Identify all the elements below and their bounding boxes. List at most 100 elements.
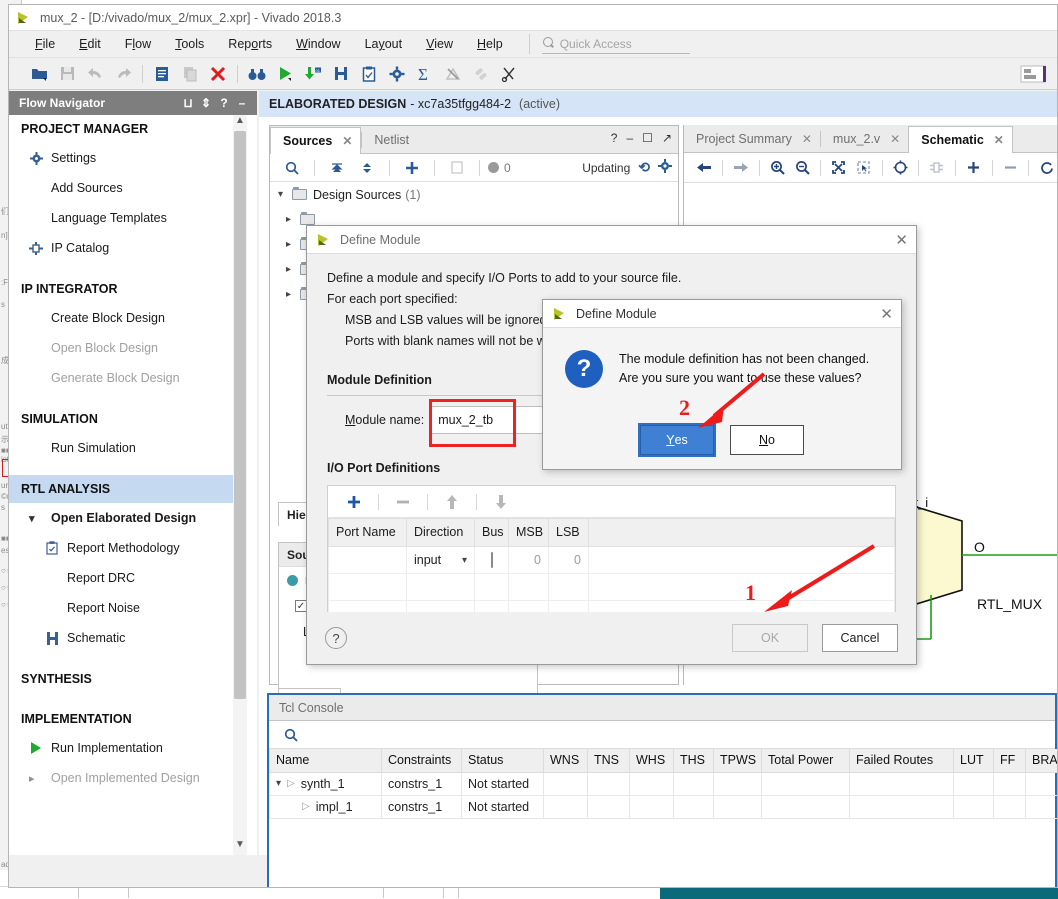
scroll-down-arrow-icon[interactable]: ▼ — [233, 839, 247, 855]
schematic-icon[interactable] — [327, 61, 355, 87]
chevron-down-icon[interactable]: ▾ — [462, 550, 467, 571]
quick-access-box[interactable]: Quick Access — [542, 35, 690, 54]
sidebar-item-run-implementation[interactable]: Run Implementation — [9, 733, 241, 763]
report-icon[interactable] — [148, 61, 176, 87]
menu-window[interactable]: Window — [284, 34, 352, 54]
col-ths[interactable]: THS — [674, 749, 714, 772]
expand-all-icon[interactable] — [353, 155, 381, 181]
collapse-all-icon[interactable]: ⊔ — [179, 96, 197, 110]
table-row[interactable]: ▾ ▷ synth_1 constrs_1 Not started — [270, 772, 1058, 795]
scroll-thumb[interactable] — [234, 131, 246, 699]
sidebar-item-ip-catalog[interactable]: IP Catalog — [9, 233, 241, 263]
help-icon[interactable]: ? — [215, 96, 233, 110]
sidebar-item-schematic[interactable]: Schematic — [9, 623, 241, 653]
sidebar-item-language-templates[interactable]: Language Templates — [9, 203, 241, 233]
gear-icon[interactable] — [658, 159, 672, 176]
menu-tools[interactable]: Tools — [163, 34, 216, 54]
sidebar-group-simulation[interactable]: ▾ SIMULATION — [9, 405, 241, 433]
download-bitstream-icon[interactable]: 01 — [299, 61, 327, 87]
close-icon[interactable]: ✕ — [895, 231, 908, 249]
cut-icon[interactable] — [495, 61, 523, 87]
plus-icon[interactable] — [962, 155, 986, 181]
cell-direction[interactable] — [407, 574, 475, 601]
run-triangle-icon[interactable]: ▷ — [287, 778, 295, 789]
locate-icon[interactable] — [888, 155, 912, 181]
close-icon[interactable]: ✕ — [880, 305, 893, 323]
menu-help[interactable]: Help — [465, 34, 515, 54]
sidebar-item-report-methodology[interactable]: Report Methodology — [9, 533, 241, 563]
flow-navigator-scrollbar[interactable]: ▲ ▼ — [233, 115, 247, 855]
close-icon[interactable]: ✕ — [342, 134, 352, 148]
zoom-fit-icon[interactable] — [827, 155, 851, 181]
menu-file[interactable]: File — [23, 34, 67, 54]
gear-icon[interactable] — [383, 61, 411, 87]
cell-msb[interactable]: 0 — [509, 547, 549, 574]
cell-name[interactable]: ▾ ▷ synth_1 — [270, 772, 382, 795]
search-icon[interactable] — [278, 155, 306, 181]
sidebar-item-report-noise[interactable]: Report Noise — [9, 593, 241, 623]
open-folder-icon[interactable] — [25, 61, 53, 87]
sidebar-item-open-elaborated-design[interactable]: ▾ Open Elaborated Design — [9, 503, 241, 533]
maximize-icon[interactable]: ☐ — [642, 131, 653, 145]
layout-selector-icon[interactable] — [1019, 61, 1047, 87]
sidebar-group-synthesis[interactable]: ▸ SYNTHESIS — [9, 665, 241, 693]
menu-edit[interactable]: Edit — [67, 34, 113, 54]
close-icon[interactable]: ✕ — [890, 132, 900, 146]
close-icon[interactable]: ✕ — [802, 132, 812, 146]
tab-netlist[interactable]: Netlist — [362, 126, 417, 153]
back-arrow-icon[interactable] — [692, 155, 716, 181]
cell-direction[interactable]: input ▾ — [407, 547, 475, 574]
cell-msb[interactable] — [509, 574, 549, 601]
collapse-all-icon[interactable] — [323, 155, 351, 181]
table-row[interactable]: ▷ impl_1 constrs_1 Not started — [270, 795, 1058, 818]
col-tns[interactable]: TNS — [588, 749, 630, 772]
col-wns[interactable]: WNS — [544, 749, 588, 772]
col-bram[interactable]: BRAM — [1026, 749, 1058, 772]
expand-collapse-icon[interactable]: ⇕ — [197, 96, 215, 110]
col-constraints[interactable]: Constraints — [382, 749, 462, 772]
chevron-down-icon[interactable]: ▾ — [278, 189, 292, 200]
menu-reports[interactable]: Reports — [216, 34, 284, 54]
cell-bus[interactable] — [475, 574, 509, 601]
cell-lsb[interactable]: 0 — [549, 547, 589, 574]
cell-name[interactable]: ▷ impl_1 — [270, 795, 382, 818]
sidebar-item-add-sources[interactable]: Add Sources — [9, 173, 241, 203]
chevron-right-icon[interactable]: ▸ — [286, 289, 300, 300]
help-icon[interactable]: ? — [611, 131, 618, 145]
refresh-icon[interactable]: ⟲ — [638, 159, 650, 176]
chevron-right-icon[interactable]: ▸ — [286, 214, 300, 225]
col-ff[interactable]: FF — [994, 749, 1026, 772]
add-sources-icon[interactable] — [398, 155, 426, 181]
tab-project-summary[interactable]: Project Summary ✕ — [684, 125, 820, 152]
minimize-icon[interactable]: – — [233, 96, 251, 110]
save-icon[interactable] — [53, 61, 81, 87]
sidebar-group-rtl-analysis[interactable]: ▾ RTL ANALYSIS — [9, 475, 241, 503]
col-name[interactable]: Name — [270, 749, 382, 772]
cell-port-name[interactable] — [329, 547, 407, 574]
minimize-icon[interactable]: – — [626, 131, 633, 145]
sidebar-item-create-block-design[interactable]: Create Block Design — [9, 303, 241, 333]
col-whs[interactable]: WHS — [630, 749, 674, 772]
col-failed-routes[interactable]: Failed Routes — [850, 749, 954, 772]
binoculars-icon[interactable] — [243, 61, 271, 87]
run-play-icon[interactable] — [271, 61, 299, 87]
float-icon[interactable]: ↗ — [662, 131, 672, 145]
plus-icon[interactable] — [340, 489, 368, 515]
clipboard-check-icon[interactable] — [355, 61, 383, 87]
chevron-down-icon[interactable]: ▾ — [276, 778, 281, 789]
cell-port-name[interactable] — [329, 574, 407, 601]
run-triangle-icon[interactable]: ▷ — [302, 801, 310, 812]
col-tpws[interactable]: TPWS — [714, 749, 762, 772]
col-status[interactable]: Status — [462, 749, 544, 772]
cell-lsb[interactable] — [549, 574, 589, 601]
search-icon[interactable] — [277, 722, 305, 748]
tab-tcl-console[interactable]: Tcl Console — [269, 695, 354, 720]
refresh-icon[interactable] — [1035, 155, 1058, 181]
zoom-out-icon[interactable] — [790, 155, 814, 181]
chevron-right-icon[interactable]: ▸ — [286, 239, 300, 250]
sidebar-group-implementation[interactable]: ▾ IMPLEMENTATION — [9, 705, 241, 733]
cell-bus[interactable] — [475, 547, 509, 574]
tab-sources[interactable]: Sources ✕ — [270, 127, 361, 154]
col-total-power[interactable]: Total Power — [762, 749, 850, 772]
menu-flow[interactable]: Flow — [113, 34, 163, 54]
